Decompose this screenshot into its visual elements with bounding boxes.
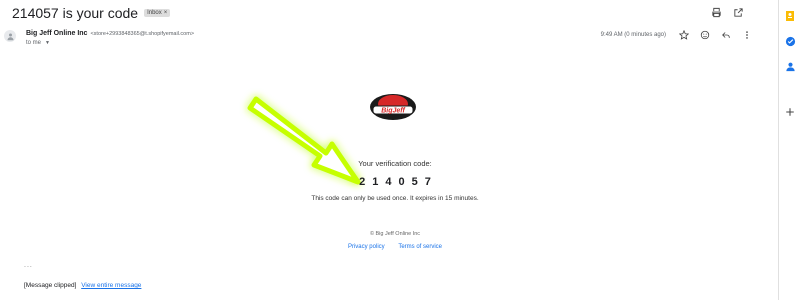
keep-icon[interactable] xyxy=(784,10,796,22)
copyright-text: © Big Jeff Online Inc xyxy=(369,231,421,237)
open-in-new-window-icon[interactable] xyxy=(732,6,744,18)
big-jeff-logo: BigJeff xyxy=(370,94,416,120)
clipped-label: [Message clipped] xyxy=(24,282,77,289)
side-panel-rail xyxy=(778,0,800,300)
emoji-react-icon[interactable] xyxy=(699,29,710,40)
recipient-line[interactable]: to me ▼ xyxy=(26,40,50,46)
sender-name[interactable]: Big Jeff Online Inc xyxy=(26,30,87,37)
subject-row: 214057 is your code Inbox × xyxy=(12,4,171,22)
sender-line: Big Jeff Online Inc <store+2993848365@t.… xyxy=(26,30,194,37)
footer-links: Privacy policy Terms of service xyxy=(0,244,790,250)
verification-label: Your verification code: xyxy=(358,159,432,168)
sender-email: <store+2993848365@t.shopifyemail.com> xyxy=(90,31,195,37)
more-options-icon[interactable] xyxy=(741,29,752,40)
inbox-label-text: Inbox xyxy=(147,10,162,16)
recipient-text: to me xyxy=(26,40,42,46)
printer-icon[interactable] xyxy=(710,6,722,18)
chevron-down-icon[interactable]: ▼ xyxy=(45,40,50,46)
terms-of-service-link[interactable]: Terms of service xyxy=(398,244,442,250)
verification-code: 214057 xyxy=(359,176,438,188)
reply-icon[interactable] xyxy=(720,29,731,40)
message-meta: 9:49 AM (0 minutes ago) xyxy=(601,29,752,40)
email-subject: 214057 is your code xyxy=(12,5,139,21)
tasks-icon[interactable] xyxy=(784,35,796,47)
remove-label-icon[interactable]: × xyxy=(164,10,168,16)
message-timestamp: 9:49 AM (0 minutes ago) xyxy=(600,31,666,38)
privacy-policy-link[interactable]: Privacy policy xyxy=(348,244,385,250)
sender-avatar[interactable] xyxy=(4,30,16,42)
add-icon[interactable] xyxy=(784,106,796,118)
logo-wordmark: BigJeff xyxy=(381,108,405,115)
inbox-label-chip[interactable]: Inbox × xyxy=(144,9,171,17)
top-actions xyxy=(710,6,744,18)
message-clipped-notice: [Message clipped] View entire message xyxy=(24,282,141,289)
verification-note: This code can only be used once. It expi… xyxy=(311,195,479,202)
email-view: 214057 is your code Inbox × Big Jeff Onl… xyxy=(0,0,778,300)
show-trimmed-content[interactable]: ... xyxy=(24,262,33,269)
star-icon[interactable] xyxy=(678,29,689,40)
view-entire-message-link[interactable]: View entire message xyxy=(81,282,141,289)
contacts-icon[interactable] xyxy=(784,60,796,72)
